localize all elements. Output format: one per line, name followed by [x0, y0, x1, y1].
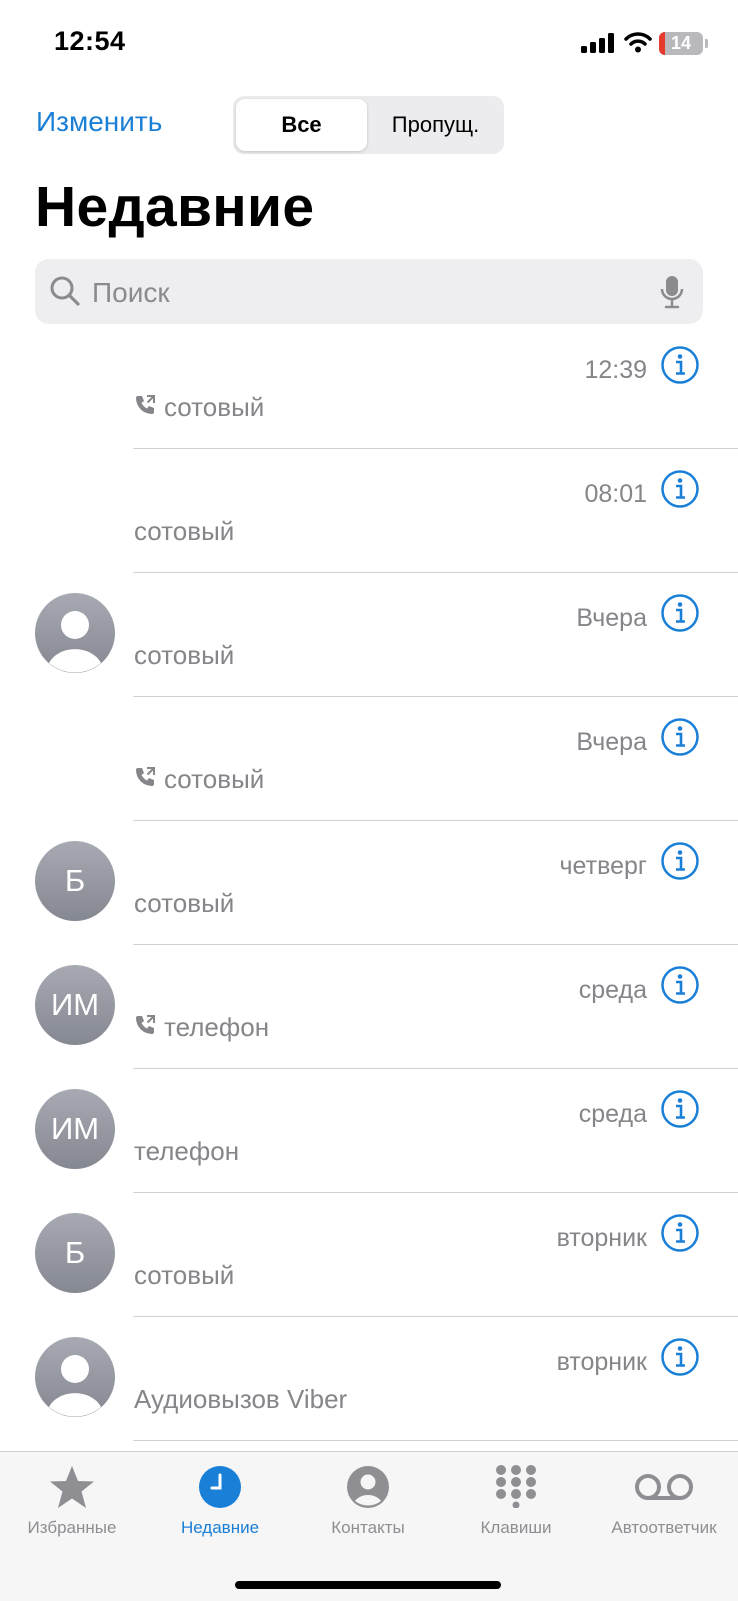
info-icon[interactable] [660, 717, 700, 757]
call-type-label: Аудиовызов Viber [134, 1384, 348, 1414]
call-type-label: сотовый [134, 640, 235, 670]
call-row[interactable]: сотовый 12:39 [0, 325, 738, 449]
avatar-placeholder-icon [35, 593, 115, 673]
tab-label: Автоответчик [611, 1518, 717, 1537]
avatar: Б [35, 841, 115, 921]
call-type-label: сотовый [134, 1260, 235, 1290]
call-row[interactable]: сотовый Вчера [0, 573, 738, 697]
info-icon[interactable] [660, 1337, 700, 1377]
call-type-line: сотовый [134, 764, 264, 795]
wifi-icon [624, 32, 652, 53]
tab-favorites[interactable]: Избранные [2, 1452, 142, 1552]
info-icon[interactable] [660, 593, 700, 633]
voicemail-icon [635, 1474, 693, 1500]
call-time: четверг [559, 852, 647, 880]
star-icon [50, 1466, 94, 1508]
call-time: вторник [556, 1348, 647, 1376]
tab-bar: Избранные Недавние Контакты Клавиши Авто… [0, 1451, 738, 1601]
avatar: ИМ [35, 965, 115, 1045]
call-type-label: сотовый [134, 516, 235, 546]
info-icon[interactable] [660, 1089, 700, 1129]
call-row[interactable]: Б сотовый вторник [0, 1193, 738, 1317]
call-type-line: сотовый [134, 392, 264, 423]
tab-label: Контакты [331, 1518, 405, 1537]
outgoing-call-icon [134, 764, 156, 795]
call-type-label: сотовый [164, 392, 265, 422]
page-title: Недавние [35, 175, 315, 239]
call-type-line: сотовый [134, 640, 234, 671]
tab-label: Избранные [27, 1518, 117, 1537]
segment-missed[interactable]: Пропущ. [370, 99, 501, 151]
clock-icon [199, 1466, 241, 1508]
cellular-signal-icon [581, 33, 614, 53]
battery-percent: 14 [670, 33, 692, 53]
status-time: 12:54 [54, 26, 126, 56]
edit-button[interactable]: Изменить [36, 106, 162, 138]
info-icon[interactable] [660, 1213, 700, 1253]
call-time: среда [578, 1100, 647, 1128]
search-placeholder: Поиск [92, 277, 170, 308]
keypad-icon [496, 1465, 536, 1508]
calls-filter-segmented-control: Все Пропущ. [233, 96, 504, 154]
call-time: Вчера [576, 604, 647, 632]
tab-contacts[interactable]: Контакты [298, 1452, 438, 1552]
call-time: 08:01 [584, 480, 647, 508]
tab-label: Недавние [180, 1518, 260, 1537]
tab-label: Клавиши [480, 1518, 552, 1537]
outgoing-call-icon [134, 1012, 156, 1043]
call-row[interactable]: Б сотовый четверг [0, 821, 738, 945]
microphone-icon[interactable] [660, 275, 684, 309]
call-type-line: телефон [134, 1012, 269, 1043]
avatar: ИМ [35, 1089, 115, 1169]
search-icon [50, 276, 80, 306]
call-type-label: сотовый [134, 888, 235, 918]
call-type-label: телефон [134, 1136, 240, 1166]
call-time: 12:39 [584, 356, 647, 384]
call-row[interactable]: ИМ телефон среда [0, 1069, 738, 1193]
row-separator [133, 1440, 738, 1441]
info-icon[interactable] [660, 469, 700, 509]
call-type-line: Аудиовызов Viber [134, 1384, 347, 1415]
avatar-placeholder-icon [35, 1337, 115, 1417]
call-type-label: телефон [164, 1012, 270, 1042]
person-circle-icon [347, 1466, 389, 1508]
avatar: Б [35, 1213, 115, 1293]
home-indicator [235, 1581, 501, 1589]
call-row[interactable]: ИМ телефон среда [0, 945, 738, 1069]
search-input[interactable]: Поиск [35, 259, 703, 324]
call-type-label: сотовый [164, 764, 265, 794]
call-type-line: телефон [134, 1136, 239, 1167]
call-type-line: сотовый [134, 516, 234, 547]
battery-icon: 14 [659, 32, 703, 55]
call-type-line: сотовый [134, 888, 234, 919]
call-row[interactable]: Аудиовызов Viber вторник [0, 1317, 738, 1441]
info-icon[interactable] [660, 841, 700, 881]
call-time: Вчера [576, 728, 647, 756]
info-icon[interactable] [660, 345, 700, 385]
call-type-line: сотовый [134, 1260, 234, 1291]
call-row[interactable]: сотовый Вчера [0, 697, 738, 821]
call-row[interactable]: сотовый 08:01 [0, 449, 738, 573]
outgoing-call-icon [134, 392, 156, 423]
call-time: среда [578, 976, 647, 1004]
tab-voicemail[interactable]: Автоответчик [594, 1452, 734, 1552]
info-icon[interactable] [660, 965, 700, 1005]
call-time: вторник [556, 1224, 647, 1252]
tab-keypad[interactable]: Клавиши [446, 1452, 586, 1552]
segment-all[interactable]: Все [236, 99, 367, 151]
battery-tip [705, 39, 708, 48]
tab-recents[interactable]: Недавние [150, 1452, 290, 1552]
